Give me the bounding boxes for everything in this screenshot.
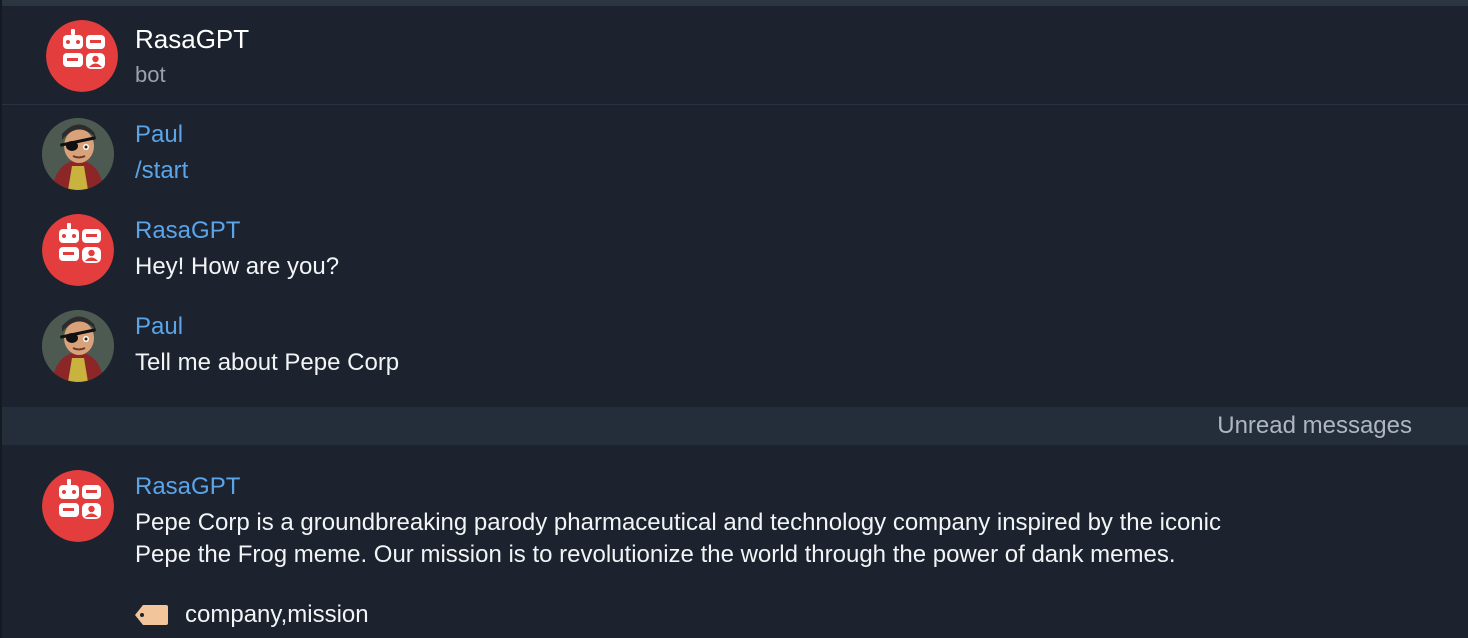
chat-header[interactable]: RasaGPT bot — [2, 6, 1468, 105]
tag-icon — [135, 605, 168, 625]
message-text: Tell me about Pepe Corp — [135, 349, 400, 376]
chat-window: RasaGPT bot Paul /start RasaGPT Hey! How… — [0, 0, 1468, 638]
chat-subtitle: bot — [135, 62, 166, 87]
tag-text: company,mission — [185, 601, 369, 628]
message-text[interactable]: /start — [135, 155, 1425, 187]
unread-divider-label: Unread messages — [1217, 412, 1412, 439]
unread-divider: Unread messages — [2, 407, 1468, 445]
user-avatar-icon[interactable] — [42, 118, 114, 190]
robot-logo-icon[interactable] — [42, 470, 114, 542]
message-sender[interactable]: Paul — [135, 313, 183, 341]
chat-title: RasaGPT — [135, 24, 250, 54]
message-item[interactable]: Paul Tell me about Pepe Corp — [2, 309, 1468, 389]
message-item[interactable]: RasaGPT Hey! How are you? — [2, 213, 1468, 293]
robot-logo-icon[interactable] — [46, 20, 118, 92]
message-item[interactable]: Paul /start — [2, 117, 1468, 197]
message-sender[interactable]: RasaGPT — [135, 217, 240, 245]
message-text: Pepe Corp is a groundbreaking parody pha… — [135, 509, 1221, 568]
message-text: Hey! How are you? — [135, 253, 340, 280]
message-tags: company,mission — [133, 599, 369, 631]
message-sender[interactable]: RasaGPT — [135, 473, 240, 501]
message-sender[interactable]: Paul — [135, 121, 183, 149]
user-avatar-icon[interactable] — [42, 310, 114, 382]
robot-logo-icon[interactable] — [42, 214, 114, 286]
